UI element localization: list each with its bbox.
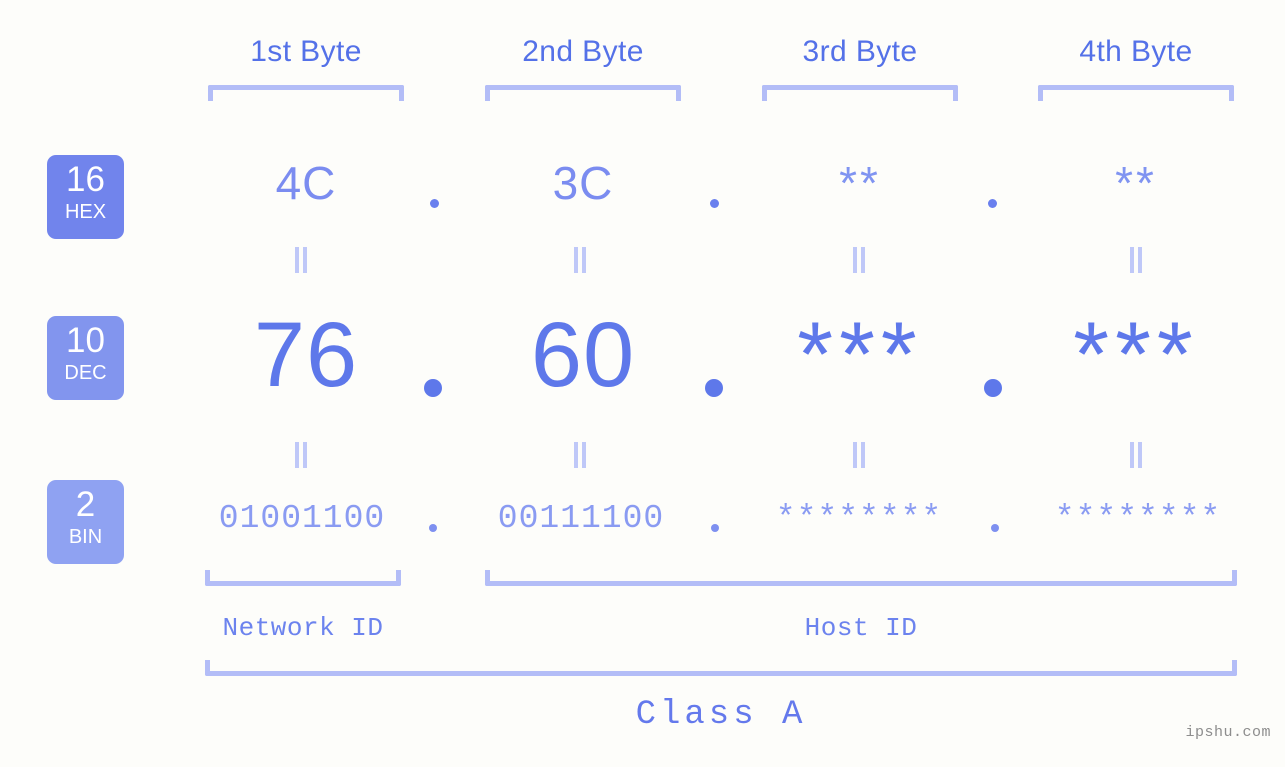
dec-byte-1: 76	[253, 304, 359, 406]
base-badge-dec-name: DEC	[64, 362, 107, 384]
equals-marker-hex-dec-1	[293, 247, 309, 273]
byte-bracket-3	[762, 85, 958, 101]
dec-separator-dot-3	[984, 379, 1002, 397]
dec-byte-4: ***	[1073, 304, 1199, 406]
byte-header-2: 2nd Byte	[522, 35, 644, 68]
hex-byte-4: **	[1115, 157, 1157, 209]
byte-header-1: 1st Byte	[250, 35, 362, 68]
base-badge-bin-number: 2	[75, 485, 96, 524]
dec-byte-2: 60	[530, 304, 636, 406]
ip-address-breakdown-diagram: 1st Byte 2nd Byte 3rd Byte 4th Byte 16 H…	[0, 0, 1285, 767]
byte-bracket-1	[208, 85, 404, 101]
hex-byte-1: 4C	[275, 157, 337, 209]
equals-marker-hex-dec-3	[851, 247, 867, 273]
host-id-label: Host ID	[804, 613, 918, 643]
equals-marker-dec-bin-2	[572, 442, 588, 468]
hex-separator-dot-2	[710, 199, 719, 208]
class-label: Class A	[635, 696, 807, 734]
bin-byte-2: 00111100	[497, 500, 665, 537]
base-badge-dec-number: 10	[66, 321, 105, 360]
base-badge-hex: 16 HEX	[47, 155, 124, 239]
host-id-bracket	[485, 570, 1237, 586]
base-badge-dec: 10 DEC	[47, 316, 124, 400]
bin-separator-dot-2	[711, 524, 719, 532]
equals-marker-dec-bin-3	[851, 442, 867, 468]
bin-byte-1: 01001100	[218, 500, 386, 537]
bin-byte-4: ********	[1054, 500, 1222, 537]
site-watermark: ipshu.com	[1185, 724, 1271, 741]
byte-header-4: 4th Byte	[1079, 35, 1193, 68]
dec-byte-3: ***	[797, 304, 923, 406]
network-id-bracket	[205, 570, 401, 586]
byte-bracket-4	[1038, 85, 1234, 101]
bin-byte-3: ********	[775, 500, 943, 537]
hex-separator-dot-1	[430, 199, 439, 208]
base-badge-hex-number: 16	[66, 160, 105, 199]
equals-marker-dec-bin-4	[1128, 442, 1144, 468]
equals-marker-dec-bin-1	[293, 442, 309, 468]
dec-separator-dot-1	[424, 379, 442, 397]
hex-byte-2: 3C	[552, 157, 614, 209]
bin-separator-dot-1	[429, 524, 437, 532]
base-badge-hex-name: HEX	[64, 201, 107, 223]
class-bracket	[205, 660, 1237, 676]
byte-bracket-2	[485, 85, 681, 101]
dec-separator-dot-2	[705, 379, 723, 397]
equals-marker-hex-dec-2	[572, 247, 588, 273]
equals-marker-hex-dec-4	[1128, 247, 1144, 273]
base-badge-bin: 2 BIN	[47, 480, 124, 564]
byte-header-3: 3rd Byte	[802, 35, 918, 68]
bin-separator-dot-3	[991, 524, 999, 532]
network-id-label: Network ID	[222, 613, 384, 643]
hex-separator-dot-3	[988, 199, 997, 208]
base-badge-bin-name: BIN	[68, 526, 103, 548]
hex-byte-3: **	[839, 157, 881, 209]
